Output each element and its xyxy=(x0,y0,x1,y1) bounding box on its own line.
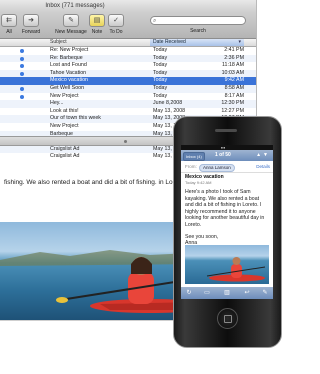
table-row[interactable]: Get Well Soon Today 8:58 AM xyxy=(0,84,256,93)
window-title: Inbox (771 messages) xyxy=(45,3,105,9)
prev-next-icon[interactable]: ▲▼ xyxy=(256,150,270,161)
message-counter: 1 of 50 xyxy=(215,152,231,158)
todo-icon: ✓ xyxy=(108,14,124,27)
row-date: Today xyxy=(153,62,168,69)
subject-column-header[interactable]: Subject xyxy=(50,39,67,46)
row-time: 2:41 PM xyxy=(224,47,244,53)
search-icon: ⌕ xyxy=(153,18,157,24)
iphone-nav-bar: Inbox (4) 1 of 50 ▲▼ xyxy=(181,150,273,161)
table-row[interactable]: Re: Barbeque Today 2:36 PM xyxy=(0,54,256,63)
mail-body: Here's a photo I took of Sam kayaking. W… xyxy=(185,189,269,252)
unread-dot-icon xyxy=(20,94,24,99)
speaker-grille xyxy=(215,129,237,132)
row-subject: New Project xyxy=(50,122,79,129)
row-subject: Craigslist Ad xyxy=(50,145,80,152)
row-time: 8:58 AM xyxy=(224,84,244,91)
unread-dot-icon xyxy=(20,86,24,91)
attached-photo[interactable] xyxy=(185,245,269,284)
reply-all-button[interactable]: ⇇ All xyxy=(1,13,17,37)
move-icon[interactable]: ▭ xyxy=(203,289,211,297)
row-subject: Look at this! xyxy=(50,107,79,114)
row-date: June 8,2008 xyxy=(153,100,183,107)
sort-descending-icon: ▾ xyxy=(238,39,241,45)
unread-dot-icon xyxy=(20,56,24,61)
row-subject: Get Well Soon xyxy=(50,84,85,91)
home-button[interactable] xyxy=(217,308,238,329)
iphone-device: ▪▪▪ Inbox (4) 1 of 50 ▲▼ From: Anna Lams… xyxy=(173,116,282,348)
from-row: From: Anna Lamson Details xyxy=(181,162,273,173)
row-subject: Tahoe Vacation xyxy=(50,69,87,76)
note-button[interactable]: ▤ Note xyxy=(88,13,106,37)
row-subject: Re: New Project xyxy=(50,47,89,53)
note-icon: ▤ xyxy=(89,14,105,27)
splitter-handle-icon xyxy=(124,140,127,143)
row-time: 8:17 AM xyxy=(224,92,244,99)
row-date: Today xyxy=(153,92,168,99)
todo-button[interactable]: ✓ To Do xyxy=(106,13,126,37)
iphone-screen: ▪▪▪ Inbox (4) 1 of 50 ▲▼ From: Anna Lams… xyxy=(181,145,273,299)
row-subject: Re: Barbeque xyxy=(50,54,83,61)
mail-date: Today 9:42 AM xyxy=(185,180,212,185)
row-subject: Lost and Found xyxy=(50,62,87,69)
forward-button[interactable]: ➜ Forward xyxy=(18,13,44,37)
details-link[interactable]: Details xyxy=(256,162,270,172)
search-input[interactable]: ⌕ xyxy=(150,16,246,25)
refresh-icon[interactable]: ↻ xyxy=(185,289,193,297)
new-message-button[interactable]: ✎ New Message xyxy=(50,13,92,37)
toolbar: ⇇ All ➜ Forward ✎ New Message ▤ Note ✓ T… xyxy=(0,12,256,39)
compose-icon: ✎ xyxy=(63,14,79,27)
table-row[interactable]: Re: New Project Today 2:41 PM xyxy=(0,47,256,55)
table-row[interactable]: Look at this! May 13, 2008 12:27 PM xyxy=(0,108,256,116)
row-date: Today xyxy=(153,84,168,91)
table-row[interactable]: New Project Today 8:17 AM xyxy=(0,93,256,101)
row-date: Today xyxy=(153,54,168,61)
unread-dot-icon xyxy=(20,64,24,69)
title-bar: Inbox (771 messages) xyxy=(0,0,256,12)
iphone-toolbar: ↻ ▭ ▥ ↩ ✎ xyxy=(181,287,273,299)
row-time: 12:27 PM xyxy=(221,107,244,114)
home-square-icon xyxy=(224,315,232,323)
body-signoff: See you soon, xyxy=(185,233,219,240)
date-column-header[interactable]: Date Received ▾ xyxy=(150,39,244,46)
row-subject: Craigslist Ad xyxy=(50,153,80,160)
unread-dot-icon xyxy=(20,71,24,76)
row-subject: Hey... xyxy=(50,100,64,107)
table-row[interactable]: Hey... June 8,2008 12:30 PM xyxy=(0,100,256,108)
unread-dot-icon xyxy=(20,49,24,53)
trash-icon[interactable]: ▥ xyxy=(223,289,231,297)
row-time: 2:36 PM xyxy=(224,54,244,61)
row-date: Today xyxy=(153,77,168,84)
row-subject: Mexico vacation xyxy=(50,77,88,84)
row-time: 10:03 AM xyxy=(221,69,244,76)
compose-icon[interactable]: ✎ xyxy=(261,289,269,297)
reply-all-icon: ⇇ xyxy=(1,14,17,27)
attached-photo-art xyxy=(206,257,266,282)
inbox-back-button[interactable]: Inbox (4) xyxy=(183,152,205,161)
row-time: 12:30 PM xyxy=(221,100,244,107)
search-label: Search xyxy=(190,28,206,34)
table-row[interactable]: Lost and Found Today 11:18 AM xyxy=(0,62,256,70)
from-label: From: xyxy=(185,164,197,169)
sender-chip[interactable]: Anna Lamson xyxy=(199,164,235,172)
reply-icon[interactable]: ↩ xyxy=(243,289,251,297)
row-subject: New Project xyxy=(50,92,79,99)
row-time: 11:18 AM xyxy=(222,62,244,69)
message-list-header: Subject Date Received ▾ xyxy=(0,39,256,47)
table-row[interactable]: Mexico vacation Today 9:42 AM xyxy=(0,77,256,85)
table-row[interactable]: Tahoe Vacation Today 10:03 AM xyxy=(0,69,256,78)
body-paragraph: Here's a photo I took of Sam kayaking. W… xyxy=(185,189,265,228)
forward-icon: ➜ xyxy=(23,14,39,27)
row-date: May 13, 2008 xyxy=(153,107,186,114)
row-date: Today xyxy=(153,69,168,76)
row-date: Today xyxy=(153,47,168,53)
row-time: 9:42 AM xyxy=(224,77,244,84)
row-subject: Our of town this week xyxy=(50,115,101,122)
